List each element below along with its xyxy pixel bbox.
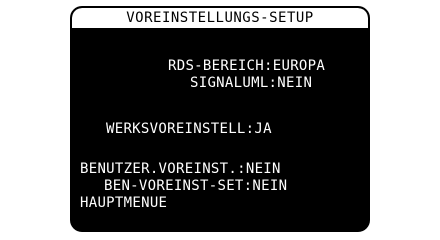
menu-item-main-menu[interactable]: HAUPTMENUE [80, 195, 167, 211]
setup-display: VOREINSTELLUNGS-SETUP RDS-BEREICH:EUROPA… [70, 6, 370, 232]
menu-item-user-preset[interactable]: BENUTZER.VOREINST.:NEIN [80, 161, 281, 177]
menu-item-rds-region[interactable]: RDS-BEREICH:EUROPA [168, 58, 325, 74]
menu-item-user-preset-set[interactable]: BEN-VOREINST-SET:NEIN [104, 178, 287, 194]
setup-title: VOREINSTELLUNGS-SETUP [72, 8, 368, 28]
menu-item-factory-preset[interactable]: WERKSVOREINSTELL:JA [106, 121, 272, 137]
menu-item-signal-switch[interactable]: SIGNALUML:NEIN [190, 75, 312, 91]
